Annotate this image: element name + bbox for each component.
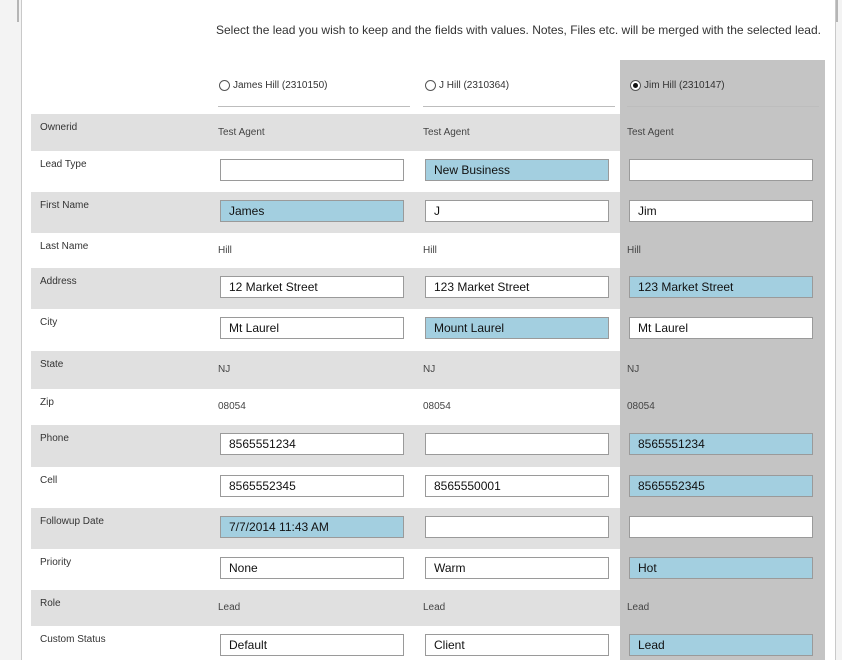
field-label: Role <box>40 598 61 609</box>
field-value: Test Agent <box>627 127 674 138</box>
field-input[interactable] <box>629 276 813 298</box>
header-divider <box>627 106 819 107</box>
field-input[interactable] <box>425 634 609 656</box>
field-input[interactable] <box>629 634 813 656</box>
field-input[interactable] <box>425 516 609 538</box>
field-input[interactable] <box>220 317 404 339</box>
field-input[interactable] <box>629 516 813 538</box>
field-value: 08054 <box>218 401 246 412</box>
header-divider <box>423 106 615 107</box>
field-input[interactable] <box>220 159 404 181</box>
field-label: Phone <box>40 433 69 444</box>
field-value: NJ <box>423 364 436 375</box>
panel-corner-left <box>17 0 25 22</box>
row-shade <box>31 114 620 151</box>
field-value: Lead <box>423 602 446 613</box>
field-input[interactable] <box>220 557 404 579</box>
field-value: Hill <box>423 245 437 256</box>
field-input[interactable] <box>220 200 404 222</box>
radio-selected-icon[interactable] <box>630 80 641 91</box>
field-value: 08054 <box>627 401 655 412</box>
lead-option-label: James Hill (2310150) <box>233 80 328 91</box>
field-label: Cell <box>40 475 58 486</box>
field-input[interactable] <box>629 317 813 339</box>
field-input[interactable] <box>220 433 404 455</box>
field-label: Last Name <box>40 241 89 252</box>
field-value: Lead <box>627 602 650 613</box>
field-input[interactable] <box>629 159 813 181</box>
field-input[interactable] <box>629 557 813 579</box>
radio-icon[interactable] <box>219 80 230 91</box>
field-input[interactable] <box>425 200 609 222</box>
lead-option-2[interactable]: J Hill (2310364) <box>425 80 509 91</box>
field-value: Hill <box>218 245 232 256</box>
field-input[interactable] <box>425 159 609 181</box>
field-input[interactable] <box>425 276 609 298</box>
field-input[interactable] <box>220 516 404 538</box>
field-label: City <box>40 317 58 328</box>
field-label: State <box>40 359 64 370</box>
field-label: Zip <box>40 397 54 408</box>
field-label: Address <box>40 276 77 287</box>
field-input[interactable] <box>629 475 813 497</box>
field-value: Lead <box>218 602 241 613</box>
field-input[interactable] <box>629 200 813 222</box>
merge-instructions: Select the lead you wish to keep and the… <box>216 23 821 37</box>
field-input[interactable] <box>425 317 609 339</box>
field-label: First Name <box>40 200 89 211</box>
field-input[interactable] <box>425 475 609 497</box>
field-label: Custom Status <box>40 634 106 645</box>
field-input[interactable] <box>220 475 404 497</box>
field-label: Followup Date <box>40 516 104 527</box>
row-shade <box>31 351 620 389</box>
field-input[interactable] <box>220 276 404 298</box>
field-input[interactable] <box>425 433 609 455</box>
field-value: NJ <box>627 364 640 375</box>
lead-option-label: J Hill (2310364) <box>439 80 510 91</box>
lead-option-1[interactable]: James Hill (2310150) <box>219 80 328 91</box>
lead-option-3[interactable]: Jim Hill (2310147) <box>630 80 725 91</box>
field-value: 08054 <box>423 401 451 412</box>
field-value: Test Agent <box>218 127 265 138</box>
field-label: Lead Type <box>40 159 87 170</box>
field-value: Hill <box>627 245 641 256</box>
lead-option-label: Jim Hill (2310147) <box>644 80 725 91</box>
field-value: Test Agent <box>423 127 470 138</box>
field-value: NJ <box>218 364 231 375</box>
field-input[interactable] <box>220 634 404 656</box>
field-input[interactable] <box>629 433 813 455</box>
panel-corner-right <box>830 0 838 22</box>
row-shade <box>31 590 620 626</box>
field-input[interactable] <box>425 557 609 579</box>
radio-icon[interactable] <box>425 80 436 91</box>
field-label: Ownerid <box>40 122 78 133</box>
header-divider <box>218 106 410 107</box>
field-label: Priority <box>40 557 72 568</box>
